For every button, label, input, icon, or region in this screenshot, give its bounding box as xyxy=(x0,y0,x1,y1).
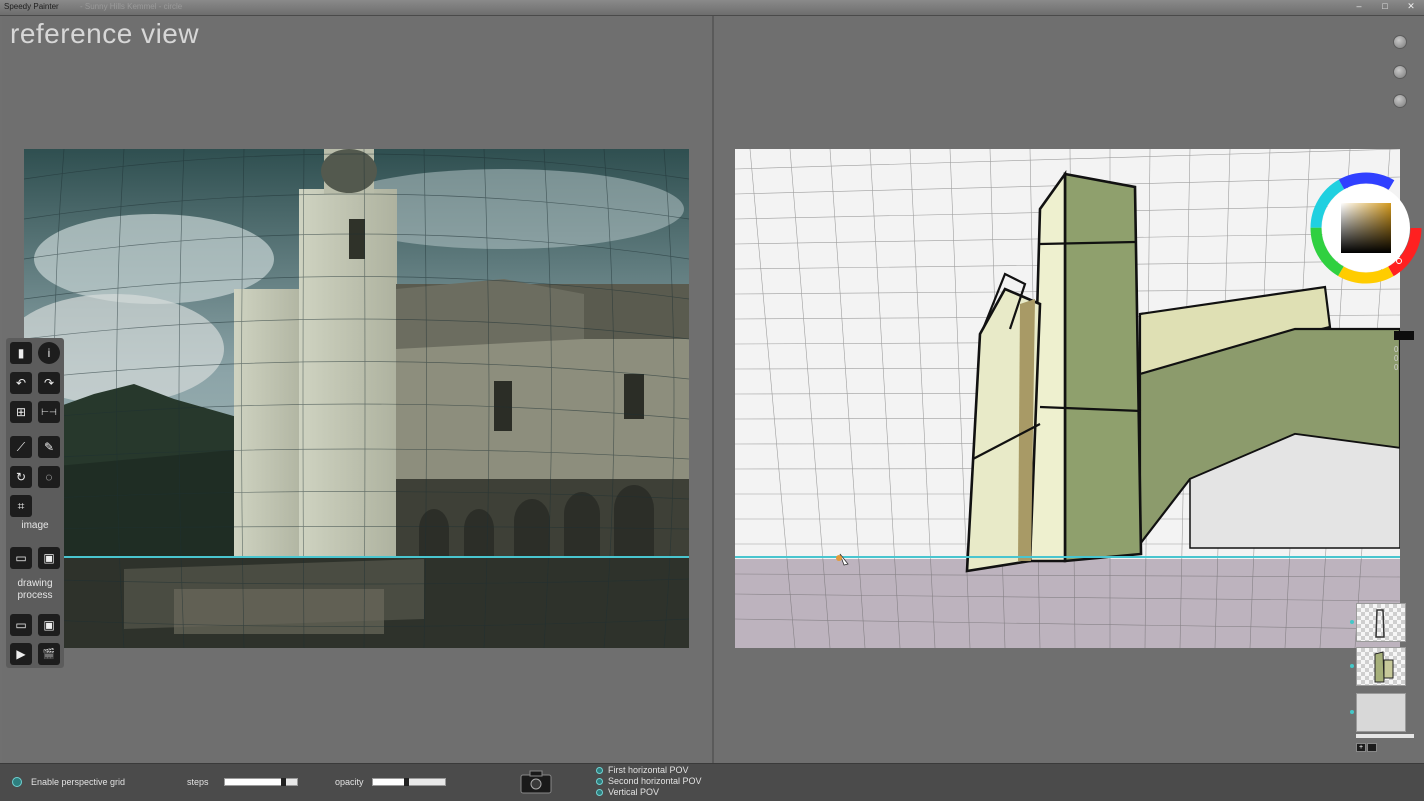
pencil-icon[interactable]: ✎ xyxy=(38,436,60,458)
color-wheel-icon xyxy=(1310,172,1422,284)
layer-preview-icon xyxy=(1375,609,1385,638)
layer-indicator xyxy=(1350,664,1354,668)
flip-icon[interactable]: ⊢⊣ xyxy=(38,401,60,423)
crop-icon[interactable]: ⌗ xyxy=(10,495,32,517)
option-button-2[interactable] xyxy=(1393,65,1407,79)
play-icon[interactable]: ▶ xyxy=(10,643,32,665)
option-button-1[interactable] xyxy=(1393,35,1407,49)
title-bar: Speedy Painter - Sunny Hills Kemmel - ci… xyxy=(0,0,1424,16)
pov-camera-icon[interactable] xyxy=(519,769,553,796)
layer-thumb-2[interactable] xyxy=(1356,647,1406,686)
tool-palette: ▮ i ↶ ↷ ⊞ ⊢⊣ ⟋ ✎ ↻ ◌ ⌗ image ▭ ▣ drawing… xyxy=(6,338,64,668)
layer-thumb-1[interactable] xyxy=(1356,603,1406,642)
window-controls: – □ ✕ xyxy=(1352,1,1418,12)
steps-slider[interactable] xyxy=(224,778,298,786)
option-button-3[interactable] xyxy=(1393,94,1407,108)
readout-line: 0 xyxy=(1394,363,1399,372)
close-button[interactable]: ✕ xyxy=(1404,1,1418,12)
pov-radio-vertical[interactable] xyxy=(596,789,603,796)
steps-slider-fill xyxy=(225,779,287,785)
drawing-save-icon[interactable]: ▣ xyxy=(38,614,60,636)
clapper-icon[interactable]: 🎬 xyxy=(38,643,60,665)
redo-icon[interactable]: ↷ xyxy=(38,372,60,394)
lasso-icon[interactable]: ◌ xyxy=(38,466,60,488)
opacity-slider[interactable] xyxy=(372,778,446,786)
steps-label: steps xyxy=(187,777,209,787)
drawing-section-label: drawing process xyxy=(17,578,53,601)
pov-radio-second[interactable] xyxy=(596,778,603,785)
rotate-icon[interactable]: ↻ xyxy=(10,466,32,488)
brush-icon[interactable]: ⟋ xyxy=(10,436,32,458)
minimize-button[interactable]: – xyxy=(1352,1,1366,12)
reference-photo-drawing xyxy=(24,149,689,648)
drawing-open-icon[interactable]: ▭ xyxy=(10,614,32,636)
enable-grid-label: Enable perspective grid xyxy=(31,777,126,787)
drawing-canvas-content xyxy=(735,149,1400,648)
pov-vertical-label[interactable]: Vertical POV xyxy=(608,787,659,797)
layer-thumb-3[interactable] xyxy=(1356,693,1406,732)
document-title: - Sunny Hills Kemmel - circle xyxy=(80,2,183,11)
layer-opacity-bar[interactable] xyxy=(1356,734,1414,738)
layer-indicator xyxy=(1350,620,1354,624)
layer-preview-icon xyxy=(1374,651,1394,683)
app-title: Speedy Painter xyxy=(4,2,59,11)
readout-line: 0 xyxy=(1394,345,1399,354)
info-icon[interactable]: i xyxy=(38,342,60,364)
readout-line: 0 xyxy=(1394,354,1399,363)
image-open-icon[interactable]: ▭ xyxy=(10,547,32,569)
perspective-icon[interactable]: ⊞ xyxy=(10,401,32,423)
side-readout: 0 0 0 xyxy=(1394,345,1398,372)
reference-view-title: reference view xyxy=(10,18,200,49)
add-layer-button[interactable]: + xyxy=(1356,743,1366,752)
enable-grid-toggle[interactable] xyxy=(12,777,22,787)
image-save-icon[interactable]: ▣ xyxy=(38,547,60,569)
color-picker[interactable] xyxy=(1310,172,1422,284)
opacity-label: opacity xyxy=(335,777,364,787)
opacity-slider-thumb[interactable] xyxy=(404,778,409,786)
steps-slider-thumb[interactable] xyxy=(281,778,287,786)
reference-image[interactable] xyxy=(24,149,689,648)
pov-first-label[interactable]: First horizontal POV xyxy=(608,765,689,775)
maximize-button[interactable]: □ xyxy=(1378,1,1392,12)
pov-second-label[interactable]: Second horizontal POV xyxy=(608,776,702,786)
undo-icon[interactable]: ↶ xyxy=(10,372,32,394)
camera-icon xyxy=(520,770,552,794)
drawing-canvas[interactable] xyxy=(735,149,1400,648)
new-document-icon[interactable]: ▮ xyxy=(10,342,32,364)
current-color-swatch[interactable] xyxy=(1394,331,1414,340)
image-section-label: image xyxy=(21,520,49,531)
layer-indicator xyxy=(1350,710,1354,714)
layer-options-button[interactable] xyxy=(1367,743,1377,752)
pov-radio-first[interactable] xyxy=(596,767,603,774)
bottom-options-bar: Enable perspective grid steps opacity Fi… xyxy=(0,763,1424,801)
